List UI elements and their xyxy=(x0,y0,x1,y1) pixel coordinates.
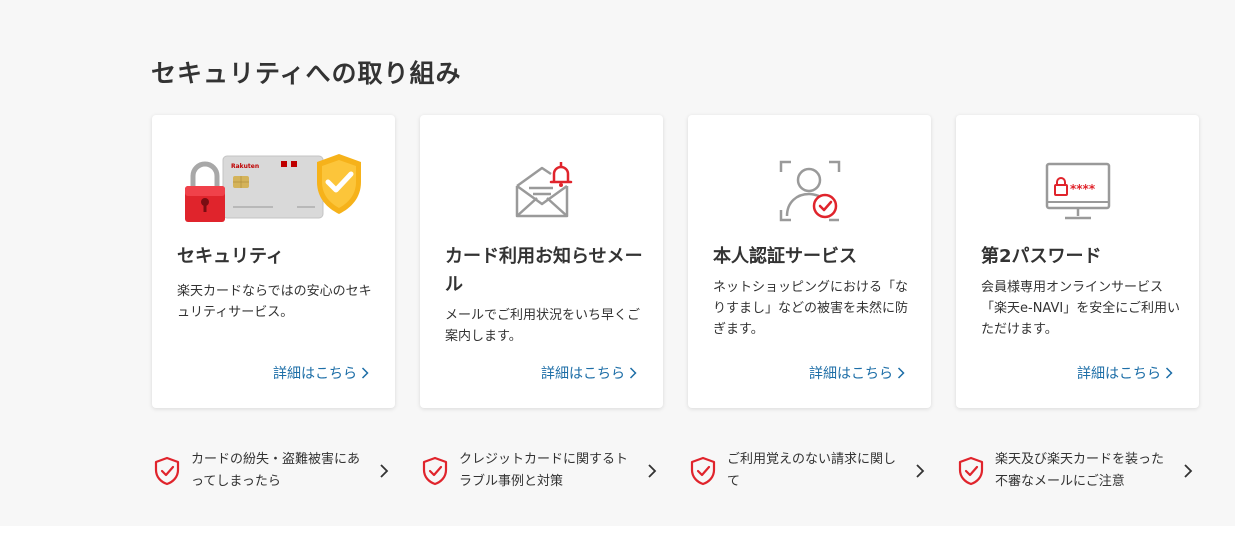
details-link[interactable]: 詳細はこちら xyxy=(541,363,637,383)
card-identity-auth[interactable]: 本人認証サービス ネットショッピングにおける「なりすまし」などの被害を未然に防ぎ… xyxy=(688,115,931,408)
mail-bell-icon xyxy=(515,162,572,218)
card-usage-mail[interactable]: カード利用お知らせメール メールでご利用状況をいち早くご案内します。 詳細はこち… xyxy=(420,115,663,408)
bottom-link-label: クレジットカードに関するトラブル事例と対策 xyxy=(459,452,629,489)
card-description: 会員様専用オンラインサービス「楽天e-NAVI」を安全にご利用いただけます。 xyxy=(981,280,1180,337)
card-lock-shield-illustration: Rakuten xyxy=(152,141,395,241)
bottom-link-label: ご利用覚えのない請求に関して xyxy=(727,452,897,489)
card-description: 楽天カードならではの安心のセキュリティサービス。 xyxy=(177,284,372,320)
shield-check-icon xyxy=(154,456,180,486)
bottom-link-label: カードの紛失・盗難被害にあってしまったら xyxy=(191,452,361,489)
card-title: 本人認証サービス xyxy=(713,246,857,267)
chevron-right-icon xyxy=(361,367,369,379)
details-link-label: 詳細はこちら xyxy=(541,366,625,382)
bottom-link-label: 楽天及び楽天カードを装った不審なメールにご注意 xyxy=(995,452,1165,489)
shield-check-icon xyxy=(422,456,448,486)
svg-text:Rakuten: Rakuten xyxy=(231,163,259,170)
card-security[interactable]: Rakuten セキュリティ 楽天カードならではの安心のセキュリティサービス。 … xyxy=(152,115,395,408)
chevron-right-icon xyxy=(629,367,637,379)
section-title: セキュリティへの取り組み xyxy=(151,59,462,88)
link-unrecognized-charges[interactable]: ご利用覚えのない請求に関して xyxy=(688,449,931,493)
monitor-password-icon: **** xyxy=(1045,162,1110,220)
security-section: セキュリティへの取り組み Rakuten セキュリティ 楽天カードならではの安心… xyxy=(0,0,1235,526)
details-link-label: 詳細はこちら xyxy=(273,366,357,382)
card-title: 第2パスワード xyxy=(981,246,1102,267)
card-second-password[interactable]: **** 第2パスワード 会員様専用オンラインサービス「楽天e-NAVI」を安全… xyxy=(956,115,1199,408)
card-title: カード利用お知らせメール xyxy=(445,246,643,295)
link-phishing-mail-warning[interactable]: 楽天及び楽天カードを装った不審なメールにご注意 xyxy=(956,449,1199,493)
card-description: ネットショッピングにおける「なりすまし」などの被害を未然に防ぎます。 xyxy=(713,280,909,337)
link-trouble-cases[interactable]: クレジットカードに関するトラブル事例と対策 xyxy=(420,449,663,493)
chevron-right-icon xyxy=(1165,367,1173,379)
details-link-label: 詳細はこちら xyxy=(809,366,893,382)
svg-text:****: **** xyxy=(1070,182,1096,196)
details-link[interactable]: 詳細はこちら xyxy=(809,363,905,383)
chevron-right-icon xyxy=(1184,464,1193,478)
link-card-lost-stolen[interactable]: カードの紛失・盗難被害にあってしまったら xyxy=(152,449,395,493)
chevron-right-icon xyxy=(380,464,389,478)
card-description: メールでご利用状況をいち早くご案内します。 xyxy=(445,308,641,344)
chevron-right-icon xyxy=(916,464,925,478)
user-verification-icon xyxy=(779,160,840,222)
details-link-label: 詳細はこちら xyxy=(1077,366,1161,382)
details-link[interactable]: 詳細はこちら xyxy=(273,363,369,383)
shield-check-icon xyxy=(958,456,984,486)
chevron-right-icon xyxy=(648,464,657,478)
card-title: セキュリティ xyxy=(177,246,284,267)
chevron-right-icon xyxy=(897,367,905,379)
details-link[interactable]: 詳細はこちら xyxy=(1077,363,1173,383)
shield-check-icon xyxy=(690,456,716,486)
